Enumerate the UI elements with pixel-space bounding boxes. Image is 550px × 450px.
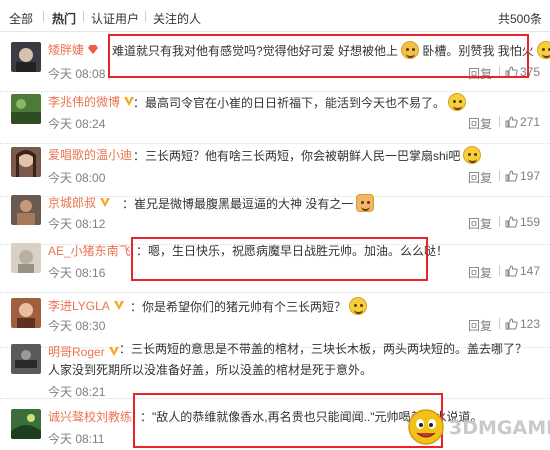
comment-time: 今天 08:08	[48, 67, 106, 81]
avatar[interactable]	[11, 195, 41, 225]
comment-item: 明哥Roger ：三长两短的意思是不带盖的棺材，三块长木板，两头两块短的。盖去哪…	[0, 335, 550, 399]
reply-button[interactable]: 回复	[468, 169, 492, 186]
avatar[interactable]	[11, 344, 41, 374]
comment-text: ：三长两短？他有啥三长两短，你会被朝鲜人民一巴掌扇shi吧	[133, 146, 482, 164]
tab-divider	[145, 11, 146, 22]
action-divider	[499, 170, 500, 181]
avatar[interactable]	[11, 243, 41, 273]
comment-time: 今天 08:30	[48, 319, 106, 333]
comment-text: ：最高司令官在小崔的日日祈福下，能活到今天也不易了。	[133, 93, 467, 111]
highlight-box	[131, 237, 428, 281]
comment-time: 今天 08:24	[48, 117, 106, 131]
thumbs-up-icon	[505, 216, 518, 228]
shocked-emoji-icon	[349, 297, 368, 315]
comment-text: ：崔兄是微博最腹黑最逗逼的大神 没有之一	[122, 194, 375, 212]
avatar[interactable]	[11, 42, 41, 72]
verified-v-icon	[99, 197, 111, 208]
like-button[interactable]: 147	[505, 264, 540, 278]
comment-time: 今天 08:11	[48, 432, 105, 446]
sweat-emoji-icon	[536, 41, 550, 59]
thumbs-up-icon	[505, 170, 518, 182]
like-button[interactable]: 197	[505, 169, 540, 183]
comment-time: 今天 08:16	[48, 266, 106, 280]
comment-username[interactable]: 李进LYGLA	[48, 297, 125, 314]
comment-time: 今天 08:12	[48, 217, 106, 231]
comment-username[interactable]: 矮胖婕	[48, 41, 99, 58]
tab-verified[interactable]: 认证用户	[91, 10, 139, 27]
comment-username[interactable]: 爱唱歌的温小迪	[48, 146, 132, 163]
reply-button[interactable]: 回复	[468, 317, 492, 334]
tab-following[interactable]: 关注的人	[153, 10, 201, 27]
comment-username[interactable]: 诚兴骜校刘教练	[48, 408, 132, 425]
action-divider	[499, 216, 500, 227]
vip-badge-icon	[87, 44, 99, 55]
verified-v-icon	[113, 300, 125, 311]
laughing-emoji-icon	[448, 93, 467, 111]
comment-filter-bar: 全部 热门 认证用户 关注的人 共500条	[0, 0, 550, 32]
watermark-mascot-icon	[408, 409, 444, 445]
action-divider	[499, 318, 500, 329]
reply-button[interactable]: 回复	[468, 264, 492, 281]
thumbs-up-icon	[505, 116, 518, 128]
avatar[interactable]	[11, 298, 41, 328]
action-divider	[499, 265, 500, 276]
comment-total-count: 共500条	[497, 12, 542, 26]
grimace-emoji-icon	[463, 146, 482, 164]
reply-button[interactable]: 回复	[468, 215, 492, 232]
avatar[interactable]	[11, 409, 41, 439]
comment-time: 今天 08:21	[48, 385, 106, 399]
tab-all[interactable]: 全部	[9, 10, 33, 27]
avatar[interactable]	[11, 94, 41, 124]
highlight-box	[133, 393, 443, 448]
action-divider	[499, 116, 500, 127]
watermark-logo: 3DMGAME	[405, 406, 550, 448]
like-button[interactable]: 271	[505, 115, 540, 129]
like-button[interactable]: 159	[505, 215, 540, 229]
thumbs-up-icon	[505, 265, 518, 277]
reply-button[interactable]: 回复	[468, 115, 492, 132]
comment-username[interactable]: 李兆伟的微博	[48, 93, 135, 110]
comment-username[interactable]: AE_小猪东南飞	[48, 242, 131, 259]
comment-text: ：你是希望你们的猪元帅有个三长两短？	[130, 297, 368, 315]
avatar[interactable]	[11, 147, 41, 177]
like-button[interactable]: 123	[505, 317, 540, 331]
comment-item: 李兆伟的微博 ：最高司令官在小崔的日日祈福下，能活到今天也不易了。 今天 08:…	[0, 85, 550, 144]
comment-username[interactable]: 京城郎叔	[48, 194, 111, 211]
highlight-box	[108, 34, 529, 78]
comment-text: ：三长两短的意思是不带盖的棺材，三块长木板，两头两块短的。盖去哪了？人家没到死期…	[48, 342, 528, 377]
comment-time: 今天 08:00	[48, 171, 106, 185]
tab-divider	[83, 11, 84, 22]
pray-emoji-icon	[356, 194, 375, 212]
watermark-text: 3DMGAME	[449, 417, 550, 439]
tab-hot[interactable]: 热门	[52, 10, 76, 27]
tab-divider	[43, 11, 44, 22]
thumbs-up-icon	[505, 318, 518, 330]
